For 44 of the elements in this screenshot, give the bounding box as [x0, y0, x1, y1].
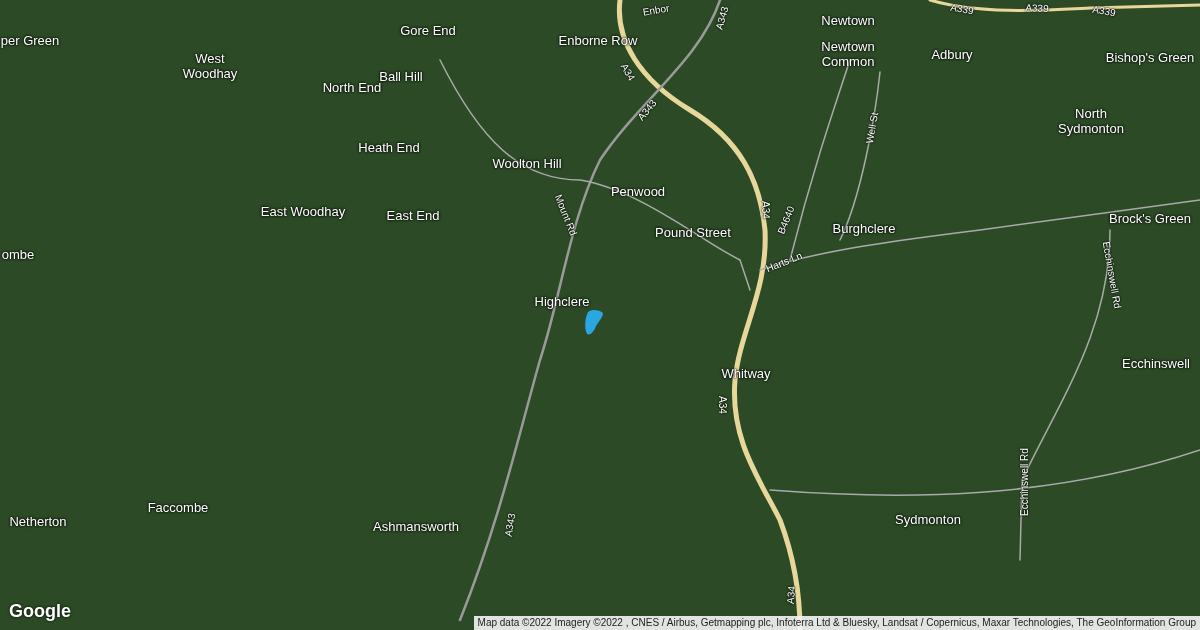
- place-label: Penwood: [610, 183, 666, 199]
- road-label: Harts Ln: [764, 249, 804, 275]
- place-label: Newtown: [821, 12, 875, 28]
- place-label: Faccombe: [147, 499, 209, 515]
- place-label: Gore End: [400, 22, 456, 38]
- place-label: Sydmonton: [895, 511, 961, 527]
- place-label: Brock's Green: [1109, 210, 1191, 226]
- place-label: West Woodhay: [182, 51, 238, 81]
- place-label: Pound Street: [655, 224, 731, 240]
- road-label: B4640: [775, 204, 797, 236]
- place-label: Ball Hill: [379, 68, 423, 84]
- road-label: A34: [784, 585, 798, 605]
- satellite-map-drawing[interactable]: [0, 0, 1200, 630]
- place-label: Heath End: [358, 139, 420, 155]
- place-label: Woolton Hill: [492, 155, 562, 171]
- road-label: Mount Rd: [552, 192, 580, 238]
- road-label: Well St: [863, 111, 881, 145]
- road-label: Ecchinswell Rd: [1100, 240, 1124, 310]
- road-label: Enbor: [641, 2, 671, 18]
- google-logo: Google: [9, 600, 71, 623]
- place-label: Ashmansworth: [373, 518, 459, 534]
- place-label: East Woodhay: [260, 203, 346, 219]
- place-label: North Sydmonton: [1058, 106, 1124, 136]
- place-label: East End: [386, 207, 440, 223]
- place-label: ombe: [1, 246, 35, 262]
- lake-icon: [584, 308, 606, 336]
- place-label: Netherton: [9, 513, 67, 529]
- road-label: A343: [502, 512, 518, 538]
- road-label: A34: [759, 201, 771, 219]
- road-label: A339: [1091, 3, 1117, 19]
- attribution-text: Map data ©2022 Imagery ©2022 , CNES / Airbus, Getmapping plc, Infoterra Ltd & Bluesky, Landsat / Copernicus, Maxar Technologies, The GeoInformation Group: [477, 617, 1196, 629]
- road-label: A343: [713, 5, 731, 31]
- road-label: A339: [1025, 1, 1049, 15]
- place-label: Ecchinswell: [1122, 355, 1190, 371]
- place-label: Burghclere: [832, 220, 896, 236]
- place-label: per Green: [0, 32, 60, 48]
- road-label: A34: [716, 396, 728, 414]
- place-label: Highclere: [534, 293, 590, 309]
- place-label: Bishop's Green: [1105, 49, 1195, 65]
- place-label: Adbury: [931, 46, 973, 62]
- road-label: Ecchinswell Rd: [1018, 448, 1030, 516]
- road-label: A339: [949, 1, 975, 17]
- road-label: A34: [618, 61, 638, 83]
- place-label: Newtown Common: [821, 39, 875, 69]
